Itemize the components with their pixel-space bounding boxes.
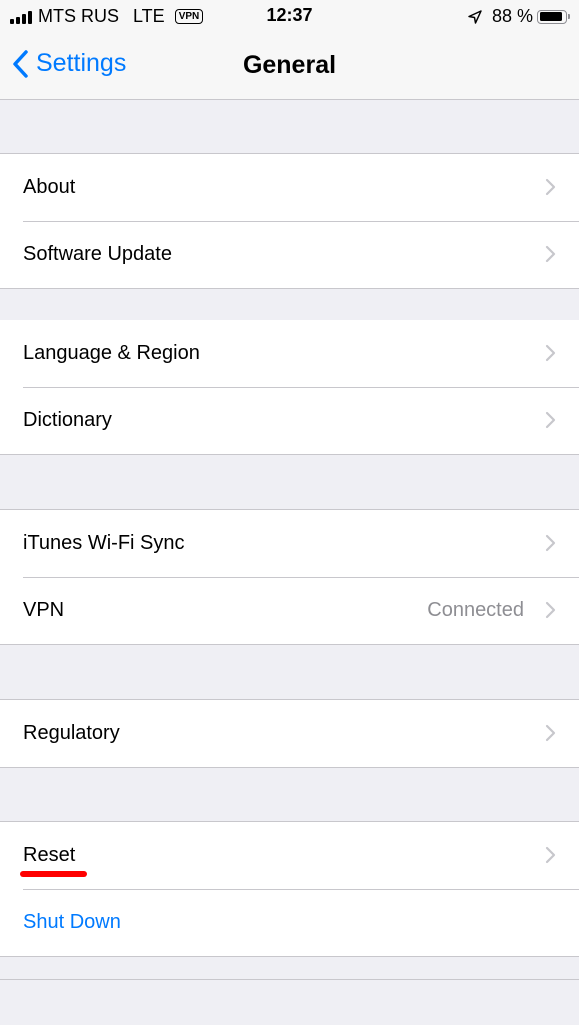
chevron-right-icon — [545, 846, 556, 864]
row-itunes-wifi-sync[interactable]: iTunes Wi-Fi Sync — [0, 510, 579, 577]
row-language-region[interactable]: Language & Region — [0, 320, 579, 387]
row-dictionary[interactable]: Dictionary — [0, 387, 579, 454]
row-regulatory[interactable]: Regulatory — [0, 700, 579, 767]
row-label: About — [23, 176, 76, 198]
row-label: VPN — [23, 599, 65, 621]
row-label: iTunes Wi-Fi Sync — [23, 532, 185, 554]
red-annotation-underline — [20, 871, 87, 877]
settings-group-1: About Software Update — [0, 153, 579, 289]
row-label: Software Update — [23, 243, 172, 265]
row-software-update[interactable]: Software Update — [0, 221, 579, 288]
row-label: Regulatory — [23, 722, 120, 744]
row-vpn[interactable]: VPN Connected — [0, 577, 579, 644]
chevron-right-icon — [545, 724, 556, 742]
next-group-edge — [0, 979, 579, 1025]
shut-down-button[interactable]: Shut Down — [0, 889, 579, 956]
settings-group-2: Language & Region Dictionary — [0, 320, 579, 455]
navigation-bar: Settings General — [0, 33, 579, 100]
battery-percent: 88 % — [491, 6, 533, 26]
chevron-right-icon — [545, 344, 556, 362]
chevron-right-icon — [545, 178, 556, 196]
chevron-right-icon — [545, 534, 556, 552]
vpn-status-value: Connected — [427, 599, 524, 621]
chevron-right-icon — [545, 245, 556, 263]
row-label: Reset — [23, 844, 76, 866]
settings-group-3: iTunes Wi-Fi Sync VPN Connected — [0, 509, 579, 645]
battery-icon — [537, 9, 570, 24]
row-label: Dictionary — [23, 409, 112, 431]
settings-group-5: Reset Shut Down — [0, 821, 579, 957]
row-label: Shut Down — [23, 911, 121, 933]
row-about[interactable]: About — [0, 154, 579, 221]
location-arrow-icon — [468, 9, 482, 24]
settings-group-4: Regulatory — [0, 699, 579, 768]
chevron-right-icon — [545, 411, 556, 429]
row-label: Language & Region — [23, 342, 200, 364]
status-bar: MTS RUS LTE VPN 12:37 88 % — [0, 0, 579, 33]
chevron-right-icon — [545, 601, 556, 619]
row-reset[interactable]: Reset — [0, 822, 579, 889]
page-title: General — [242, 51, 337, 79]
